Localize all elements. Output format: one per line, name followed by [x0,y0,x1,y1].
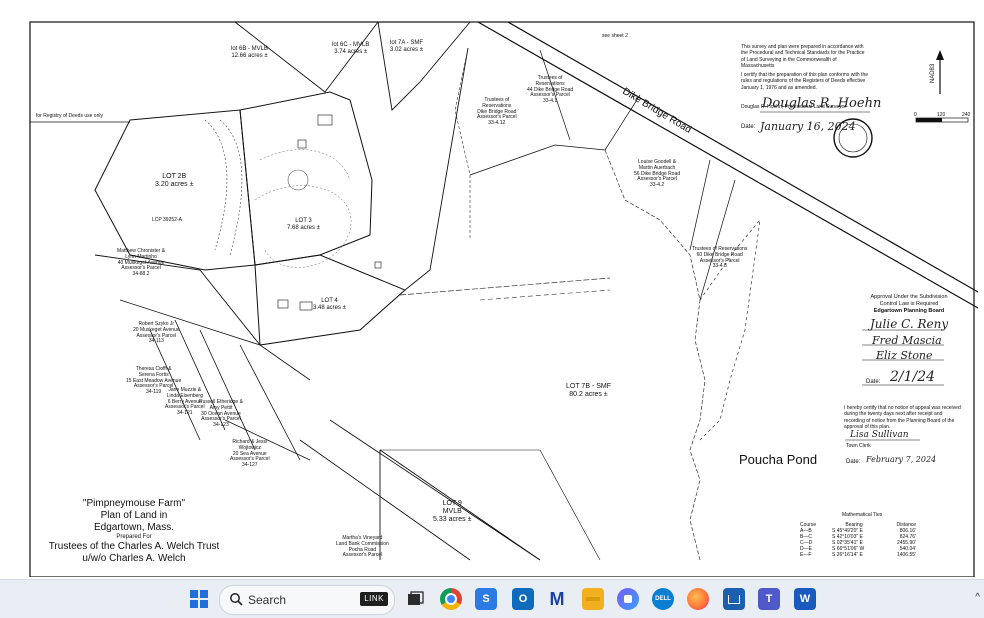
surveyor-date: January 16, 2024 [760,120,856,133]
lot-6b-label: lot 6B - MVLB 12.66 acres ± [231,46,269,59]
abutter-szyko: Robert Szyko Jr 20 Muskeget Avenue Assesso… [133,321,180,345]
task-view-icon [408,591,424,605]
clerk-signature: Lisa Sullivan [850,430,909,440]
search-placeholder: Search [248,593,287,607]
copilot-icon [624,595,632,603]
clerk-date-label: Date: [846,459,861,465]
lot-9-label: LOT 9 MVLB 5.33 acres ± [433,500,472,524]
town-clerk-certification: I hereby certify that no notice of appea… [844,405,961,430]
chrome-button[interactable] [440,588,462,610]
pond-label: Poucha Pond [739,452,818,467]
search-icon [230,593,243,606]
teams-icon: T [765,593,773,605]
surveyor-date-label: Date: [741,124,756,130]
start-button[interactable] [188,588,210,610]
survey-plan-document: for Registry of Deeds use only see sheet… [0,0,984,577]
word-button[interactable]: W [794,588,816,610]
file-explorer-button[interactable] [582,588,604,610]
surveyor-signature: Douglas R. Hoehn [762,96,882,111]
plan-title: "Pimpneymouse Farm" [82,498,186,509]
store-bag-icon [728,594,740,604]
lot-4-label: LOT 4 3.48 acres ± [313,298,346,311]
lcp-label: LCP 39252-A [152,217,182,223]
dell-button[interactable]: DELL [652,588,674,610]
lot2b-boundary [94,109,256,271]
malwarebytes-icon: M [549,588,565,609]
abutter-landbank: Martha's Vineyard Land Bank Commission Poc… [336,535,389,559]
plan-title-block: "Pimpneymouse Farm" Plan of Land in Edga… [40,498,228,565]
board-date-label: Date: [866,379,881,385]
chevron-up-icon[interactable]: ^ [975,592,980,603]
scale-max: 240 [962,112,971,118]
copilot-button[interactable] [617,588,639,610]
malwarebytes-button[interactable]: M [546,588,568,610]
word-icon: W [799,593,811,605]
clerk-role: Town Clerk [846,443,871,449]
lot-7b-label: LOT 7B - SMF 80.2 acres ± [566,383,611,399]
chrome-icon [445,593,457,605]
lot6c-lines [377,21,471,111]
abutter-trustees-60: Trustees of Reservations 60 Dike Bridge R… [692,246,748,270]
swiftkey-button[interactable]: S [475,588,497,610]
lot3-boundary [239,91,373,266]
board-signature-2: Fred Mascia [872,334,942,347]
outlook-button[interactable]: O [512,588,534,610]
abutter-trustees-dike: Trustees of Reservations Dike Bridge Road A… [477,97,517,126]
folder-icon [586,597,600,601]
clerk-date: February 7, 2024 [866,455,937,464]
lot-2b-label: LOT 2B 3.20 acres ± [155,173,194,189]
teams-button[interactable]: T [758,588,780,610]
abutter-etheridge: Russell Etheridge & Amy Pettit 30 Ocean Av… [199,399,243,428]
abutter-goodell: Louise Goodell & Martin Auerbach 56 Dike B… [634,159,681,188]
planning-board-block: Approval Under the Subdivision Control L… [870,294,948,314]
dell-icon: DELL [655,596,671,602]
store-button[interactable] [723,588,745,610]
task-view-button[interactable] [405,588,427,610]
windows-taskbar: Search LINK S O M DELL T W ^ [0,579,984,618]
link-badge: LINK [360,592,388,606]
ties-table: Course Bearing Distance A—B S 45°49'20" E… [800,522,916,558]
scale-mid: 120 [937,112,946,118]
board-signature-3: Eliz Stone [876,349,933,362]
windows-logo-icon [190,590,208,608]
outlook-icon: O [518,593,528,605]
ties-table-title: Mathematical Ties [842,512,883,518]
building [317,114,333,126]
lot-6c-label: lot 6C - MVLB 3.74 acres ± [332,42,370,55]
abutter-chronister: Matthew Chronister & Lynn Martinho 40 Musk… [117,248,166,277]
lot-7a-label: lot 7A - SMF 3.02 acres ± [390,40,424,53]
scale-zero: 0 [914,112,917,118]
lot-3-label: LOT 3 7.68 acres ± [287,218,320,231]
firefox-button[interactable] [687,588,709,610]
abutter-trustees-44: Trustees of Reservations 44 Dike Bridge Ro… [527,75,574,104]
datum-label: NAD83 [930,63,937,84]
taskbar-search[interactable]: Search LINK [219,585,395,615]
recording-note: for Registry of Deeds use only [36,113,103,119]
s-icon: S [482,593,490,605]
board-signature-1: Julie C. Reny [870,317,949,331]
board-date: 2/1/24 [890,369,936,385]
abutter-wojtowicz: Richard & Jessi Wojtowicz 20 Sea Avenue Ass… [230,439,270,468]
sheet-reference: see sheet 2 [602,33,628,39]
